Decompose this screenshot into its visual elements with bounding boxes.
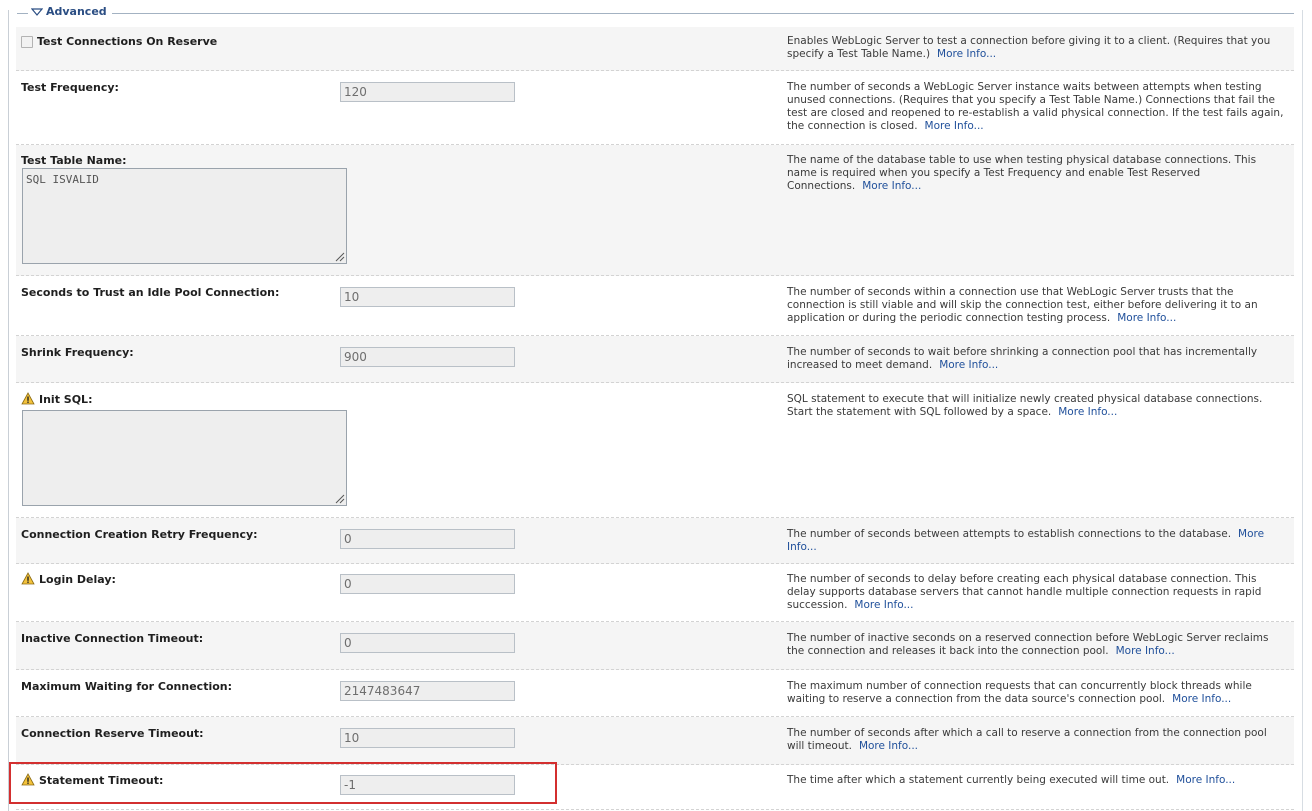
description-text: The number of seconds a WebLogic Server … <box>787 81 1284 132</box>
chevron-down-icon <box>31 7 43 16</box>
field-label: Shrink Frequency: <box>21 346 134 359</box>
description-text: Enables WebLogic Server to test a connec… <box>787 35 1271 60</box>
field-description: The number of seconds a WebLogic Server … <box>787 81 1287 133</box>
description-text: The time after which a statement current… <box>787 774 1170 786</box>
seconds-to-trust-input[interactable] <box>340 287 515 307</box>
field-description: Enables WebLogic Server to test a connec… <box>787 35 1287 61</box>
shrink-frequency-input[interactable] <box>340 347 515 367</box>
field-description: The name of the database table to use wh… <box>787 154 1287 193</box>
test-table-name-textarea[interactable]: SQL ISVALID <box>22 168 347 264</box>
right-border <box>1302 10 1303 811</box>
field-label: Test Table Name: <box>21 154 127 167</box>
field-description: The number of seconds after which a call… <box>787 727 1287 753</box>
description-text: The number of inactive seconds on a rese… <box>787 632 1269 657</box>
row-seconds-to-trust: Seconds to Trust an Idle Pool Connection… <box>16 276 1294 336</box>
more-info-link[interactable]: More Info... <box>1176 774 1235 786</box>
field-label: Test Frequency: <box>21 81 119 94</box>
more-info-link[interactable]: More Info... <box>1117 312 1176 324</box>
field-label-group: Test Connections On Reserve <box>21 35 217 48</box>
description-text: The name of the database table to use wh… <box>787 154 1257 192</box>
field-description: The number of seconds to wait before shr… <box>787 346 1287 372</box>
row-test-frequency: Test Frequency: The number of seconds a … <box>16 71 1294 145</box>
left-border <box>8 10 9 811</box>
row-test-connections-on-reserve: Test Connections On Reserve Enables WebL… <box>16 27 1294 71</box>
inactive-connection-timeout-input[interactable] <box>340 633 515 653</box>
field-description: The time after which a statement current… <box>787 774 1287 787</box>
test-frequency-input[interactable] <box>340 82 515 102</box>
field-description: The maximum number of connection request… <box>787 680 1287 706</box>
row-connection-reserve-timeout: Connection Reserve Timeout: The number o… <box>16 717 1294 765</box>
more-info-link[interactable]: More Info... <box>1058 406 1117 418</box>
field-label: Inactive Connection Timeout: <box>21 632 204 645</box>
resize-grip-icon[interactable] <box>333 492 345 504</box>
field-label: Seconds to Trust an Idle Pool Connection… <box>21 286 280 299</box>
more-info-link[interactable]: More Info... <box>1172 693 1231 705</box>
more-info-link[interactable]: More Info... <box>859 740 918 752</box>
row-shrink-frequency: Shrink Frequency: The number of seconds … <box>16 336 1294 383</box>
section-title: Advanced <box>46 5 107 18</box>
field-label: Connection Reserve Timeout: <box>21 727 204 740</box>
maximum-waiting-input[interactable] <box>340 681 515 701</box>
description-text: The number of seconds to wait before shr… <box>787 346 1258 371</box>
statement-timeout-highlight <box>9 762 557 804</box>
row-login-delay: Login Delay: The number of seconds to de… <box>16 564 1294 622</box>
row-connection-creation-retry: Connection Creation Retry Frequency: The… <box>16 518 1294 564</box>
description-text: The number of seconds between attempts t… <box>787 528 1232 540</box>
warning-icon <box>21 392 35 405</box>
field-description: The number of seconds to delay before cr… <box>787 573 1287 612</box>
more-info-link[interactable]: More Info... <box>862 180 921 192</box>
connection-creation-retry-input[interactable] <box>340 529 515 549</box>
textarea-value: SQL ISVALID <box>26 173 99 186</box>
field-description: The number of seconds within a connectio… <box>787 286 1287 325</box>
description-text: SQL statement to execute that will initi… <box>787 393 1263 418</box>
login-delay-input[interactable] <box>340 574 515 594</box>
row-inactive-connection-timeout: Inactive Connection Timeout: The number … <box>16 622 1294 670</box>
row-init-sql: Init SQL: SQL statement to execute that … <box>16 383 1294 518</box>
description-text: The number of seconds within a connectio… <box>787 286 1258 324</box>
field-label: Connection Creation Retry Frequency: <box>21 528 258 541</box>
more-info-link[interactable]: More Info... <box>939 359 998 371</box>
field-description: SQL statement to execute that will initi… <box>787 393 1287 419</box>
test-connections-checkbox[interactable] <box>21 35 33 48</box>
section-toggle[interactable]: Advanced <box>28 5 112 18</box>
field-description: The number of inactive seconds on a rese… <box>787 632 1287 658</box>
more-info-link[interactable]: More Info... <box>937 48 996 60</box>
connection-reserve-timeout-input[interactable] <box>340 728 515 748</box>
section-divider <box>17 13 1294 14</box>
field-label: Test Connections On Reserve <box>37 35 218 48</box>
init-sql-textarea[interactable] <box>22 410 347 506</box>
field-label: Maximum Waiting for Connection: <box>21 680 233 693</box>
field-label: Login Delay: <box>39 572 116 586</box>
field-label-group: Init SQL: <box>21 392 92 406</box>
field-description: The number of seconds between attempts t… <box>787 528 1287 554</box>
field-label: Init SQL: <box>39 392 93 406</box>
warning-icon <box>21 572 35 585</box>
more-info-link[interactable]: More Info... <box>1116 645 1175 657</box>
resize-grip-icon[interactable] <box>333 250 345 262</box>
more-info-link[interactable]: More Info... <box>925 120 984 132</box>
more-info-link[interactable]: More Info... <box>854 599 913 611</box>
field-label-group: Login Delay: <box>21 572 116 586</box>
row-maximum-waiting: Maximum Waiting for Connection: The maxi… <box>16 670 1294 717</box>
row-test-table-name: Test Table Name: SQL ISVALID The name of… <box>16 145 1294 276</box>
